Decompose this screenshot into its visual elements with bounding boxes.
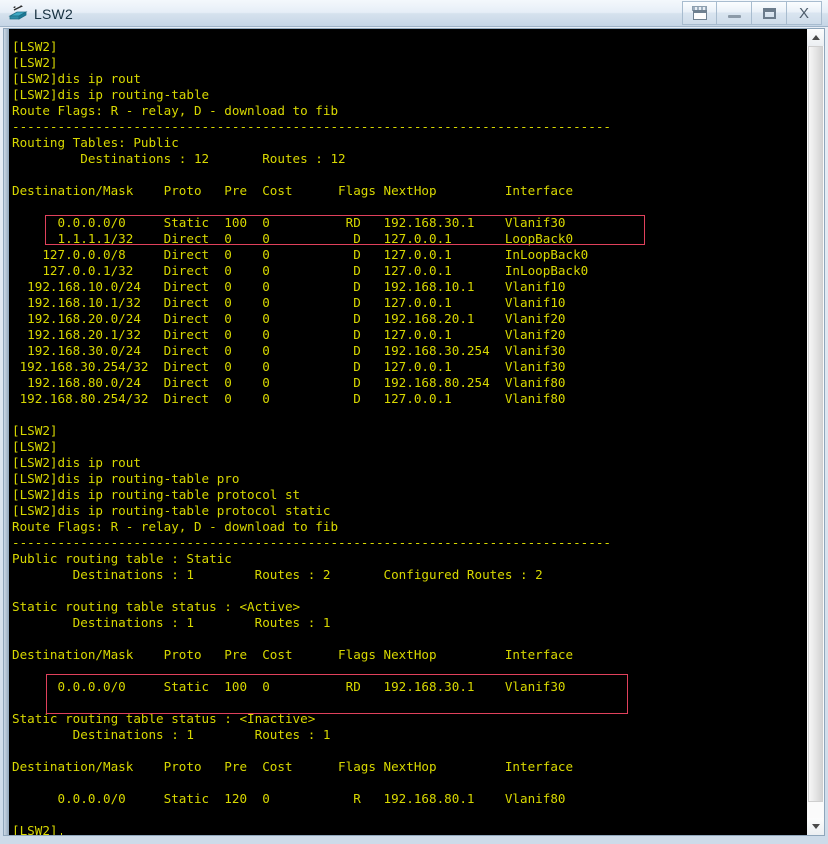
console-line: [LSW2]dis ip rout xyxy=(12,454,141,470)
console-line: Destinations : 1 Routes : 2 Configured R… xyxy=(12,566,543,582)
console-line: Route Flags: R - relay, D - download to … xyxy=(12,102,339,118)
console-line: [LSW2]dis ip rout xyxy=(12,70,141,86)
console-line: [LSW2] xyxy=(12,38,58,54)
maximize-icon xyxy=(762,7,776,19)
console-line: Destinations : 1 Routes : 1 xyxy=(12,726,331,742)
console-line: 0.0.0.0/0 Static 100 0 RD 192.168.30.1 V… xyxy=(12,678,566,694)
console-line: Static routing table status : <Active> xyxy=(12,598,301,614)
console-line: Destinations : 1 Routes : 1 xyxy=(12,614,331,630)
console-line: 192.168.80.0/24 Direct 0 0 D 192.168.80.… xyxy=(12,374,566,390)
console-line: Static routing table status : <Inactive> xyxy=(12,710,316,726)
console-line: 127.0.0.0/8 Direct 0 0 D 127.0.0.1 InLoo… xyxy=(12,246,589,262)
console-line: [LSW2]dis ip routing-table protocol st xyxy=(12,486,301,502)
window-title: LSW2 xyxy=(34,5,73,22)
scroll-down-button[interactable] xyxy=(807,818,824,835)
console-line: 127.0.0.1/32 Direct 0 0 D 127.0.0.1 InLo… xyxy=(12,262,589,278)
console-line: [LSW2]dis ip routing-table pro xyxy=(12,470,240,486)
maximize-button[interactable] xyxy=(752,1,787,25)
console-line: ----------------------------------------… xyxy=(12,118,611,134)
terminal-screen[interactable]: [LSW2] [LSW2] [LSW2]dis ip rout [LSW2]dis i… xyxy=(4,29,806,835)
scrollbar-track[interactable] xyxy=(807,46,824,818)
left-gutter xyxy=(4,29,9,835)
switch-icon xyxy=(8,4,28,23)
console-line: [LSW2] xyxy=(12,422,58,438)
console-line: Routing Tables: Public xyxy=(12,134,179,150)
console-line: [LSW2]dis ip routing-table protocol stat… xyxy=(12,502,331,518)
scrollbar-thumb[interactable] xyxy=(808,46,823,802)
console-line: ----------------------------------------… xyxy=(12,534,611,550)
console-line: 192.168.30.0/24 Direct 0 0 D 192.168.30.… xyxy=(12,342,566,358)
terminal-window: LSW2 X [LSW2] [LSW2] [LSW2]dis ip rout [LSW… xyxy=(0,0,828,844)
console-output: [LSW2] [LSW2] [LSW2]dis ip rout [LSW2]dis i… xyxy=(12,39,611,835)
console-line: Destination/Mask Proto Pre Cost Flags Ne… xyxy=(12,646,574,662)
chevron-up-icon xyxy=(811,35,820,40)
scroll-up-button[interactable] xyxy=(807,29,824,46)
console-line: 192.168.20.0/24 Direct 0 0 D 192.168.20.… xyxy=(12,310,566,326)
console-line: Destinations : 12 Routes : 12 xyxy=(12,150,346,166)
window-controls: X xyxy=(682,1,822,25)
vertical-scrollbar[interactable] xyxy=(806,29,824,835)
console-line: [LSW2] xyxy=(12,822,58,835)
console-line: 0.0.0.0/0 Static 120 0 R 192.168.80.1 Vl… xyxy=(12,790,566,806)
minimize-button[interactable] xyxy=(717,1,752,25)
console-line: [LSW2] xyxy=(12,438,58,454)
console-line: 192.168.30.254/32 Direct 0 0 D 127.0.0.1… xyxy=(12,358,566,374)
console-line: 192.168.10.1/32 Direct 0 0 D 127.0.0.1 V… xyxy=(12,294,566,310)
terminal-frame: [LSW2] [LSW2] [LSW2]dis ip rout [LSW2]dis i… xyxy=(3,28,825,836)
console-line: Destination/Mask Proto Pre Cost Flags Ne… xyxy=(12,182,574,198)
console-line: [LSW2]dis ip routing-table xyxy=(12,86,210,102)
minimize-icon xyxy=(727,15,741,18)
console-line: Route Flags: R - relay, D - download to … xyxy=(12,518,339,534)
console-line: 192.168.80.254/32 Direct 0 0 D 127.0.0.1… xyxy=(12,390,566,406)
console-line: 192.168.20.1/32 Direct 0 0 D 127.0.0.1 V… xyxy=(12,326,566,342)
close-icon: X xyxy=(798,4,809,22)
console-line: 0.0.0.0/0 Static 100 0 RD 192.168.30.1 V… xyxy=(12,214,566,230)
restore-button[interactable] xyxy=(682,1,717,25)
console-line: Destination/Mask Proto Pre Cost Flags Ne… xyxy=(12,758,574,774)
text-caret xyxy=(61,833,62,835)
chevron-down-icon xyxy=(811,824,820,829)
console-line: Public routing table : Static xyxy=(12,550,232,566)
title-bar-left: LSW2 xyxy=(8,0,73,27)
close-button[interactable]: X xyxy=(787,1,822,25)
console-line: 1.1.1.1/32 Direct 0 0 D 127.0.0.1 LoopBa… xyxy=(12,230,574,246)
restore-icon xyxy=(691,6,708,20)
console-line: [LSW2] xyxy=(12,54,58,70)
title-bar: LSW2 X xyxy=(0,0,828,27)
console-line: 192.168.10.0/24 Direct 0 0 D 192.168.10.… xyxy=(12,278,566,294)
